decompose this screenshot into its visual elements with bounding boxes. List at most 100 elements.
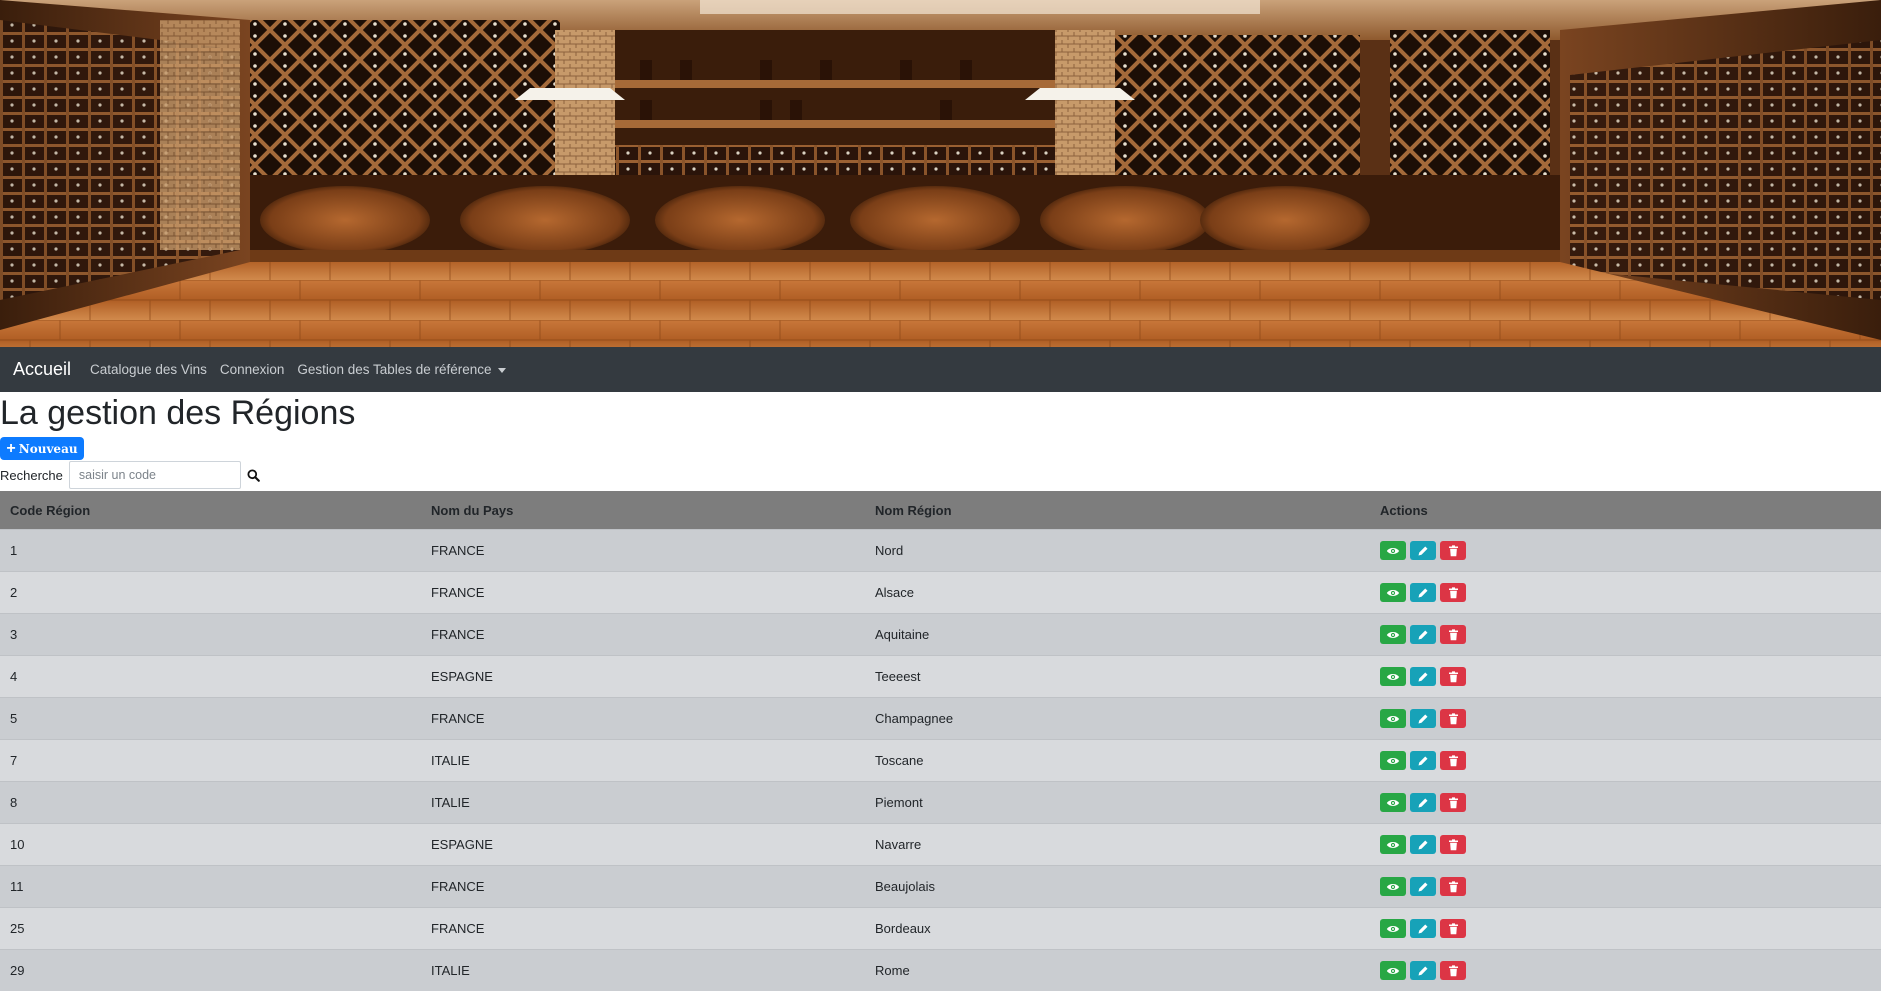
edit-button[interactable]: [1410, 961, 1436, 980]
cell-nom-region: Alsace: [875, 585, 915, 600]
new-button-label: Nouveau: [18, 441, 78, 456]
view-button[interactable]: [1380, 541, 1406, 560]
view-button[interactable]: [1380, 793, 1406, 812]
eye-icon: [1386, 799, 1400, 806]
edit-button[interactable]: [1410, 541, 1436, 560]
page: Accueil Catalogue des Vins Connexion Ges…: [0, 0, 1881, 991]
edit-button[interactable]: [1410, 919, 1436, 938]
cell-nom-region: Piemont: [875, 795, 923, 810]
search-label: Recherche: [0, 467, 63, 483]
cell-code-region: 3: [10, 627, 18, 642]
eye-icon: [1386, 715, 1400, 722]
delete-button[interactable]: [1440, 583, 1466, 602]
trash-icon: [1448, 922, 1458, 934]
pencil-icon: [1418, 882, 1428, 891]
pencil-icon: [1418, 546, 1428, 555]
delete-button[interactable]: [1440, 835, 1466, 854]
eye-icon: [1386, 631, 1400, 638]
view-button[interactable]: [1380, 625, 1406, 644]
view-button[interactable]: [1380, 709, 1406, 728]
delete-button[interactable]: [1440, 625, 1466, 644]
edit-button[interactable]: [1410, 625, 1436, 644]
delete-button[interactable]: [1440, 751, 1466, 770]
edit-button[interactable]: [1410, 751, 1436, 770]
eye-icon: [1386, 673, 1400, 680]
cell-actions: [1380, 709, 1466, 728]
page-title: La gestion des Régions: [0, 394, 356, 432]
cell-code-region: 25: [10, 921, 25, 936]
eye-icon: [1386, 757, 1400, 764]
header-nom-region: Nom Région: [875, 502, 952, 518]
trash-icon: [1448, 544, 1458, 556]
view-button[interactable]: [1380, 667, 1406, 686]
header-actions: Actions: [1380, 502, 1428, 518]
navbar: Accueil Catalogue des Vins Connexion Ges…: [0, 347, 1881, 392]
delete-button[interactable]: [1440, 541, 1466, 560]
pencil-icon: [1418, 966, 1428, 975]
cell-nom-pays: FRANCE: [431, 585, 485, 600]
trash-icon: [1448, 964, 1458, 976]
nav-dropdown-label: Gestion des Tables de référence: [297, 362, 492, 377]
delete-button[interactable]: [1440, 793, 1466, 812]
cell-actions: [1380, 877, 1466, 896]
plus-icon: +: [6, 439, 16, 457]
trash-icon: [1448, 628, 1458, 640]
view-button[interactable]: [1380, 919, 1406, 938]
nav-link-connexion[interactable]: Connexion: [220, 362, 285, 377]
cell-code-region: 11: [10, 879, 24, 894]
navbar-brand-accueil[interactable]: Accueil: [13, 359, 71, 380]
table-header: Code Région Nom du Pays Nom Région Actio…: [0, 491, 1881, 529]
wine-cellar-banner-image: [0, 0, 1881, 347]
edit-button[interactable]: [1410, 877, 1436, 896]
trash-icon: [1448, 670, 1458, 682]
cell-nom-pays: FRANCE: [431, 711, 485, 726]
cell-nom-region: Bordeaux: [875, 921, 931, 936]
cell-actions: [1380, 667, 1466, 686]
table-row: 29 ITALIE Rome: [0, 949, 1881, 991]
delete-button[interactable]: [1440, 667, 1466, 686]
table-row: 10 ESPAGNE Navarre: [0, 823, 1881, 865]
edit-button[interactable]: [1410, 583, 1436, 602]
trash-icon: [1448, 796, 1458, 808]
cell-code-region: 7: [10, 753, 18, 768]
cell-nom-pays: FRANCE: [431, 627, 485, 642]
cell-nom-pays: ITALIE: [431, 963, 470, 978]
pencil-icon: [1418, 840, 1428, 849]
caret-down-icon: [497, 367, 506, 373]
view-button[interactable]: [1380, 877, 1406, 896]
edit-button[interactable]: [1410, 793, 1436, 812]
cell-nom-pays: FRANCE: [431, 879, 485, 894]
cell-code-region: 29: [10, 963, 25, 978]
table-row: 25 FRANCE Bordeaux: [0, 907, 1881, 949]
view-button[interactable]: [1380, 961, 1406, 980]
cell-nom-pays: ITALIE: [431, 795, 470, 810]
edit-button[interactable]: [1410, 667, 1436, 686]
view-button[interactable]: [1380, 583, 1406, 602]
pencil-icon: [1418, 714, 1428, 723]
cell-code-region: 4: [10, 669, 18, 684]
delete-button[interactable]: [1440, 919, 1466, 938]
table-row: 3 FRANCE Aquitaine: [0, 613, 1881, 655]
cell-nom-pays: FRANCE: [431, 543, 485, 558]
delete-button[interactable]: [1440, 877, 1466, 896]
view-button[interactable]: [1380, 835, 1406, 854]
table-row: 5 FRANCE Champagnee: [0, 697, 1881, 739]
edit-button[interactable]: [1410, 835, 1436, 854]
table-row: 7 ITALIE Toscane: [0, 739, 1881, 781]
pencil-icon: [1418, 630, 1428, 639]
cell-actions: [1380, 625, 1466, 644]
table-row: 2 FRANCE Alsace: [0, 571, 1881, 613]
pencil-icon: [1418, 924, 1428, 933]
search-icon[interactable]: [247, 468, 260, 482]
nav-link-catalogue[interactable]: Catalogue des Vins: [90, 362, 207, 377]
nav-dropdown-tables-reference[interactable]: Gestion des Tables de référence: [297, 362, 506, 377]
edit-button[interactable]: [1410, 709, 1436, 728]
new-region-button[interactable]: + Nouveau: [0, 437, 84, 460]
delete-button[interactable]: [1440, 709, 1466, 728]
view-button[interactable]: [1380, 751, 1406, 770]
eye-icon: [1386, 883, 1400, 890]
header-nom-pays: Nom du Pays: [431, 502, 514, 518]
delete-button[interactable]: [1440, 961, 1466, 980]
search-input[interactable]: [68, 461, 241, 489]
pencil-icon: [1418, 672, 1428, 681]
